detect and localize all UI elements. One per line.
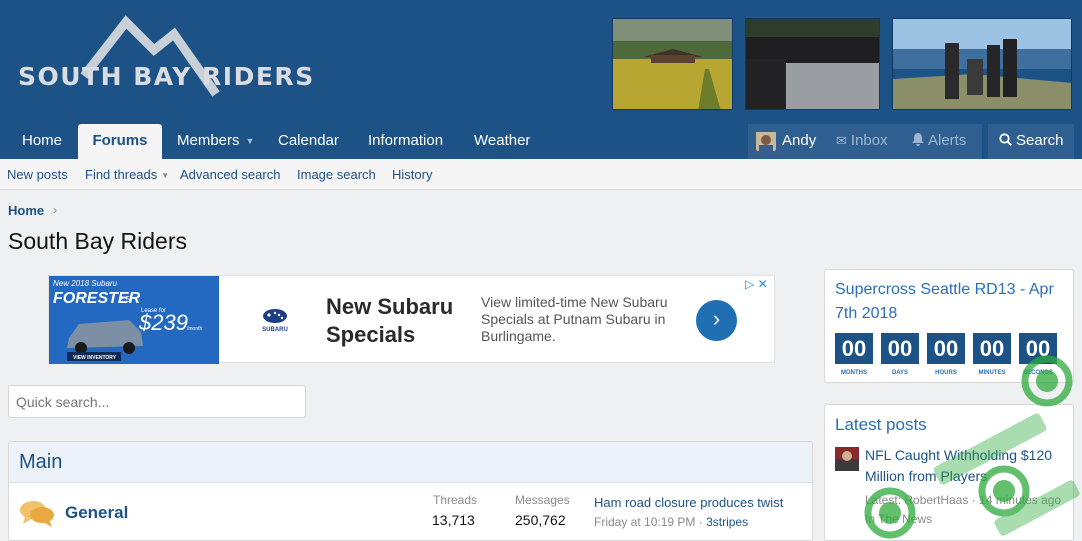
ad-banner-price: $239 <box>138 310 188 335</box>
tab-forums[interactable]: Forums <box>78 124 162 159</box>
latest-thread-meta: Friday at 10:19 PM · 3stripes <box>594 515 748 529</box>
latest-thread-time[interactable]: Friday at 10:19 PM <box>594 515 695 529</box>
header-photo-meadow <box>612 18 733 110</box>
page-title: South Bay Riders <box>8 228 187 254</box>
header-photo-group <box>745 18 880 110</box>
latest-posts-widget: Latest posts NFL Caught Withholding $120… <box>824 404 1074 541</box>
countdown-widget: Supercross Seattle RD13 - Apr 7th 2018 0… <box>824 269 1074 383</box>
ad-banner-cta: VIEW INVENTORY <box>73 355 117 361</box>
avatar <box>756 131 776 152</box>
latest-post-meta: Latest: RobertHaas · 14 minutes ago In T… <box>865 491 1065 529</box>
subnav-new-posts[interactable]: New posts <box>7 167 68 182</box>
tab-home[interactable]: Home <box>8 124 76 159</box>
search-icon <box>999 133 1013 147</box>
countdown-title[interactable]: Supercross Seattle RD13 - Apr 7th 2018 <box>835 278 1065 326</box>
latest-thread-link[interactable]: Ham road closure produces twist <box>594 495 783 510</box>
threads-count: 13,713 <box>432 512 475 528</box>
main-nav: Home Forums Members ▼ Calendar Informatio… <box>0 124 1082 159</box>
tab-weather[interactable]: Weather <box>460 124 544 159</box>
subaru-logo-icon: SUBARU <box>255 306 295 336</box>
inbox-button[interactable]: ✉ Inbox <box>826 124 902 159</box>
countdown-months: 00 <box>835 333 873 364</box>
subnav-image-search[interactable]: Image search <box>297 167 376 182</box>
countdown-hours-label: HOURS <box>935 370 957 376</box>
category-title[interactable]: Main <box>19 451 62 474</box>
threads-label: Threads <box>433 493 478 507</box>
sub-nav: New posts Find threads ▼ Advanced search … <box>0 159 1082 190</box>
envelope-icon: ✉ <box>836 133 847 148</box>
countdown-days-label: DAYS <box>891 370 909 376</box>
chevron-down-icon[interactable]: ▼ <box>246 136 255 146</box>
ad-go-button[interactable]: › <box>696 300 737 341</box>
forum-category-main: Main General Threads 13,713 Messages 250… <box>8 441 813 541</box>
countdown-seconds: 00 <box>1019 333 1057 364</box>
ad-headline[interactable]: New Subaru Specials <box>326 293 476 349</box>
countdown-minutes-label: MINUTES <box>978 370 1006 376</box>
quick-search-input[interactable] <box>8 385 306 418</box>
user-menu[interactable]: Andy <box>748 124 826 159</box>
ad-banner-image[interactable]: New 2018 Subaru FORESTER 2.5i Lease for … <box>49 276 219 364</box>
latest-post-author-time[interactable]: Latest: RobertHaas · 14 minutes ago <box>865 491 1065 510</box>
alerts-button[interactable]: Alerts <box>902 124 982 159</box>
ad-brand: SUBARU <box>262 327 288 333</box>
ad-choices-icon[interactable]: ▷ ✕ <box>745 277 768 291</box>
countdown-days: 00 <box>881 333 919 364</box>
speech-bubbles-icon <box>19 498 55 528</box>
user-name: Andy <box>782 132 817 149</box>
breadcrumb-separator: › <box>53 203 57 217</box>
subnav-history[interactable]: History <box>392 167 432 182</box>
latest-thread-user[interactable]: 3stripes <box>706 515 748 529</box>
alerts-label: Alerts <box>928 132 967 149</box>
inbox-label: Inbox <box>850 132 888 149</box>
countdown-minutes: 00 <box>973 333 1011 364</box>
messages-count: 250,762 <box>515 512 566 528</box>
subnav-advanced-search[interactable]: Advanced search <box>180 167 280 182</box>
latest-post-forum[interactable]: In The News <box>865 510 1065 529</box>
latest-posts-title[interactable]: Latest posts <box>835 415 927 435</box>
meta-separator: · <box>695 515 707 529</box>
latest-post-link[interactable]: NFL Caught Withholding $120 Million from… <box>865 445 1065 487</box>
search-button[interactable]: Search <box>988 124 1074 159</box>
ad-banner-trim: 2.5i <box>119 295 132 304</box>
category-header: Main <box>9 442 812 483</box>
breadcrumb-home[interactable]: Home <box>8 203 44 218</box>
tab-information[interactable]: Information <box>354 124 457 159</box>
site-logo[interactable]: SOUTH BAY RIDERS <box>14 14 313 114</box>
subnav-find-threads-label: Find threads <box>85 167 158 182</box>
advertisement[interactable]: New 2018 Subaru FORESTER 2.5i Lease for … <box>48 275 775 364</box>
messages-label: Messages <box>515 493 570 507</box>
tab-members-label: Members <box>177 132 240 149</box>
subnav-find-threads[interactable]: Find threads ▼ <box>85 167 169 182</box>
ad-banner-top: New 2018 Subaru <box>53 279 118 288</box>
header-photo-coast <box>892 18 1072 110</box>
ad-banner-month: /month <box>187 326 203 332</box>
countdown-hours: 00 <box>927 333 965 364</box>
tab-calendar[interactable]: Calendar <box>264 124 353 159</box>
chevron-down-icon[interactable]: ▼ <box>161 171 169 180</box>
logo-text: SOUTH BAY RIDERS <box>18 62 315 91</box>
bell-icon <box>912 133 924 146</box>
avatar[interactable] <box>835 447 859 471</box>
search-label: Search <box>1016 132 1064 149</box>
ad-body: View limited-time New Subaru Specials at… <box>481 294 668 344</box>
tab-members[interactable]: Members ▼ <box>163 124 268 159</box>
forum-link-general[interactable]: General <box>65 503 128 523</box>
countdown-seconds-label: SECONDS <box>1023 370 1053 376</box>
site-header: SOUTH BAY RIDERS <box>0 0 1082 124</box>
countdown-months-label: MONTHS <box>841 370 867 376</box>
